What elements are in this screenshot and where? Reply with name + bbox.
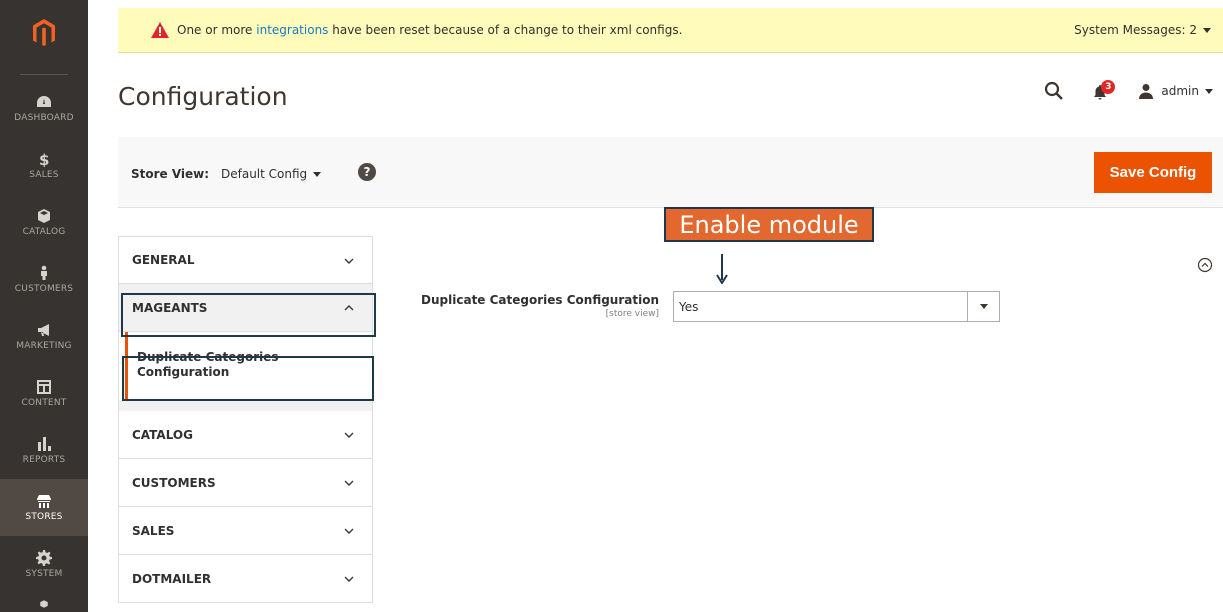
- integrations-link[interactable]: integrations: [256, 23, 328, 37]
- person-icon: [41, 265, 47, 280]
- system-message-suffix: have been reset because of a change to t…: [328, 23, 683, 37]
- tab-label: DOTMAILER: [132, 571, 212, 586]
- bar-chart-icon: [38, 437, 51, 451]
- tab-label: SALES: [132, 523, 175, 538]
- help-icon[interactable]: ?: [358, 163, 376, 181]
- gear-icon: [36, 550, 52, 566]
- sidebar-item-content[interactable]: CONTENT: [0, 365, 88, 422]
- tab-mageants[interactable]: MAGEANTS: [118, 284, 373, 332]
- system-message-bar: One or more integrations have been reset…: [118, 8, 1223, 53]
- caret-down-icon: [1205, 88, 1213, 94]
- sidebar-item-marketing[interactable]: MARKETING: [0, 308, 88, 365]
- chevron-down-icon: [344, 480, 354, 486]
- section-duplicate-categories[interactable]: Duplicate Categories Configuration: [125, 332, 374, 400]
- sidebar-item-label: CUSTOMERS: [14, 284, 74, 294]
- store-view-dropdown[interactable]: Default Config: [221, 167, 322, 181]
- sidebar-item-label: CONTENT: [21, 398, 67, 408]
- sidebar-item-reports[interactable]: REPORTS: [0, 422, 88, 479]
- select-value: Yes: [679, 300, 699, 314]
- notifications-button[interactable]: 3: [1092, 80, 1116, 102]
- admin-sidebar: DASHBOARD $ SALES CATALOG CUSTOMERS MARK…: [0, 0, 88, 612]
- sidebar-item-sales[interactable]: $ SALES: [0, 137, 88, 194]
- sidebar-divider: [20, 74, 68, 75]
- sidebar-item-system[interactable]: SYSTEM: [0, 536, 88, 593]
- dashboard-icon: [37, 96, 51, 107]
- sidebar-item-dashboard[interactable]: DASHBOARD: [0, 80, 88, 137]
- tab-catalog[interactable]: CATALOG: [118, 411, 373, 459]
- user-menu[interactable]: admin: [1138, 83, 1213, 99]
- sidebar-item-label: MARKETING: [16, 341, 72, 351]
- chevron-down-icon: [344, 432, 354, 438]
- duplicate-categories-select[interactable]: Yes: [673, 291, 1000, 322]
- sidebar-item-partners[interactable]: [0, 595, 88, 612]
- box-icon: [38, 209, 50, 223]
- magento-logo-icon: [33, 19, 55, 46]
- megaphone-icon: [38, 324, 49, 336]
- search-icon[interactable]: [1044, 81, 1064, 101]
- user-name: admin: [1161, 84, 1199, 98]
- caret-down-icon: [1203, 28, 1211, 33]
- store-icon: [37, 495, 51, 508]
- chevron-down-icon: [344, 528, 354, 534]
- tab-label: CATALOG: [132, 427, 193, 442]
- header-actions: 3 admin: [1044, 80, 1213, 102]
- store-switcher-bar: Store View: Default Config ? Save Config: [118, 137, 1223, 208]
- mageants-sections: Duplicate Categories Configuration: [118, 332, 373, 411]
- sidebar-item-label: SYSTEM: [25, 569, 63, 579]
- tab-general[interactable]: GENERAL: [118, 236, 373, 284]
- warning-icon: [151, 22, 169, 38]
- chevron-down-icon: [344, 258, 354, 264]
- config-tabs: GENERAL MAGEANTS Duplicate Categories Co…: [118, 236, 373, 603]
- tab-sales[interactable]: SALES: [118, 507, 373, 555]
- sidebar-item-label: REPORTS: [22, 455, 66, 465]
- sidebar-item-label: CATALOG: [22, 227, 66, 237]
- chevron-down-icon: [344, 576, 354, 582]
- sidebar-item-catalog[interactable]: CATALOG: [0, 194, 88, 251]
- tab-dotmailer[interactable]: DOTMAILER: [118, 555, 373, 603]
- save-config-button[interactable]: Save Config: [1094, 152, 1212, 193]
- tab-label: CUSTOMERS: [132, 475, 216, 490]
- caret-down-icon: [313, 172, 322, 177]
- sidebar-item-label: DASHBOARD: [14, 113, 74, 123]
- svg-text:$: $: [39, 151, 49, 167]
- section-separator: [119, 400, 372, 411]
- field-scope: [store view]: [605, 309, 659, 319]
- system-message-prefix: One or more: [177, 23, 257, 37]
- tab-label: MAGEANTS: [132, 300, 208, 315]
- store-view-value: Default Config: [221, 167, 308, 181]
- layout-icon: [37, 380, 51, 394]
- page-title: Configuration: [118, 82, 288, 111]
- sidebar-item-label: SALES: [29, 170, 59, 180]
- magento-logo[interactable]: [0, 0, 88, 66]
- annotation-label: Enable module: [664, 207, 874, 242]
- system-message-text: One or more integrations have been reset…: [177, 23, 682, 37]
- notifications-badge: 3: [1101, 80, 1116, 94]
- chevron-up-icon: [344, 305, 354, 311]
- sidebar-item-customers[interactable]: CUSTOMERS: [0, 251, 88, 308]
- sidebar-item-label: STORES: [25, 512, 63, 522]
- tab-customers[interactable]: CUSTOMERS: [118, 459, 373, 507]
- store-view-label: Store View:: [131, 167, 210, 181]
- system-messages-toggle[interactable]: System Messages: 2: [1074, 23, 1211, 37]
- partners-icon: [40, 600, 48, 608]
- system-messages-count: System Messages: 2: [1074, 23, 1197, 37]
- collapse-section-icon[interactable]: [1197, 257, 1213, 273]
- arrow-down-icon: [716, 254, 728, 284]
- tab-label: GENERAL: [132, 253, 195, 267]
- user-icon: [1139, 84, 1154, 99]
- field-label: Duplicate Categories Configuration: [421, 293, 659, 307]
- dollar-icon: $: [39, 151, 49, 167]
- sidebar-item-stores[interactable]: STORES: [0, 479, 88, 536]
- select-dropdown-button[interactable]: [967, 292, 999, 321]
